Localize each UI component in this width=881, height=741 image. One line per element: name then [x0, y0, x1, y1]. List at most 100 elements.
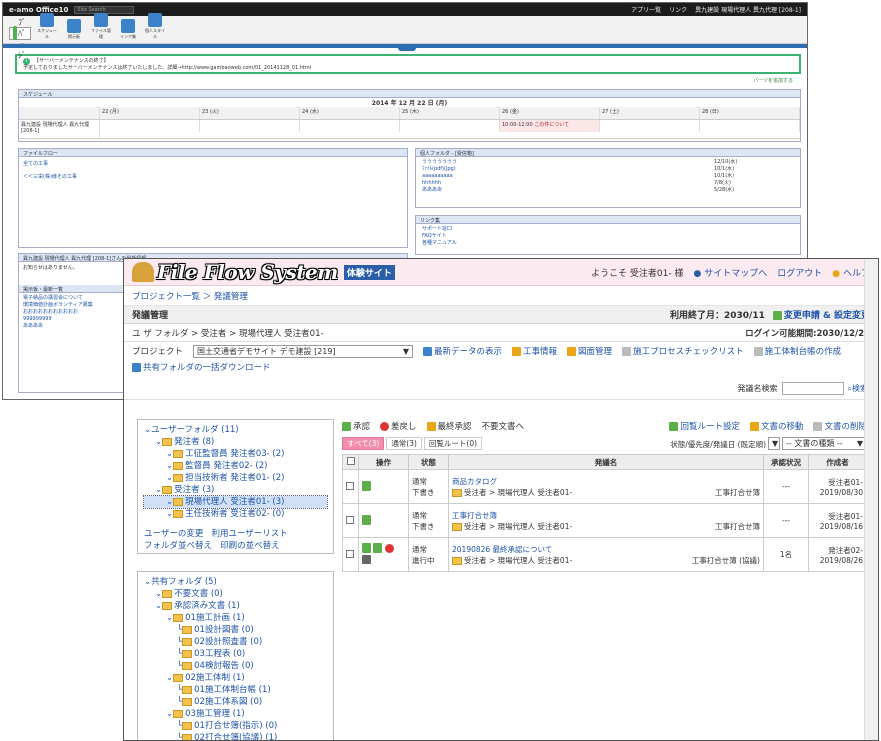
project-select[interactable]: 国土交通省デモサイト デモ建設 [219] ▼	[193, 345, 414, 358]
app-files[interactable]: ファイル管理	[90, 13, 112, 40]
approve-icon[interactable]	[362, 543, 371, 553]
link-icon	[121, 19, 135, 33]
tree-folder[interactable]: └ 01設計図書 (0)	[144, 624, 327, 636]
list-tabs: すべて(3) 通常(3) 回覧ルート(0) 状態/優先度/発議日 (既定順) ▼…	[342, 436, 867, 450]
top-menu-user[interactable]: 異九建設 現場代理人 異九代理 [208-1]	[695, 5, 801, 14]
app-home[interactable]: ｼｮﾌﾞﾊﾟｰｼﾞ	[9, 7, 31, 60]
delete-doc-link[interactable]: 文書の削除	[813, 420, 867, 432]
folder-sort-link[interactable]: フォルダ並べ替え	[144, 541, 212, 551]
tab-normal[interactable]: 通常(3)	[386, 437, 422, 450]
files-icon	[94, 13, 108, 27]
trash-button[interactable]: 不要文書へ	[482, 420, 525, 432]
document-row[interactable]: 通常 進行中 20190826 最終承認について 受注者 > 現場代理人 受注者01…	[342, 537, 867, 572]
tree-folder[interactable]: └ 04検討報告 (0)	[144, 660, 327, 672]
link-support[interactable]: サポート窓口	[422, 226, 794, 233]
row-checkbox[interactable]	[346, 515, 354, 524]
add-part-link[interactable]: パーツを追加する	[3, 77, 793, 84]
tree-folder[interactable]: └ 01打合せ簿(指示) (0)	[144, 720, 327, 732]
reject-icon[interactable]	[384, 544, 394, 553]
row-checkbox[interactable]	[346, 481, 354, 490]
tree-folder[interactable]: ⌄ 02施工体制 (1)	[144, 672, 327, 684]
schedule-header: スケジュール	[19, 90, 800, 98]
reject-button[interactable]: 差戻し	[380, 420, 417, 432]
tree-folder[interactable]: ⌄ 不要文書 (0)	[144, 588, 327, 600]
tree-folder[interactable]: ⌄ 01施工計画 (1)	[144, 612, 327, 624]
fileflow-row[interactable]: ＜＜三栄(株)様その工事	[19, 170, 407, 183]
tree-folder[interactable]: ⌄ 現場代理人 受注者01- (3)	[143, 495, 328, 509]
tool-ledger[interactable]: 施工体制台帳の作成	[753, 345, 841, 357]
link-faq[interactable]: FAQサイト	[422, 233, 794, 240]
tree-folder[interactable]: ⌄ 発注者 (8)	[144, 436, 327, 448]
user-tree-title[interactable]: ⌄ユーザーフォルダ (11)	[144, 424, 327, 436]
tree-folder[interactable]: └ 02打合せ簿(協議) (1)	[144, 732, 327, 740]
tree-folder[interactable]: ⌄ 受注者 (3)	[144, 484, 327, 496]
tree-folder[interactable]: ⌄ 主任技術者 受注者02- (0)	[144, 508, 327, 520]
link-manual[interactable]: 各種マニュアル	[422, 240, 794, 247]
app-launcher: ｼｮﾌﾞﾊﾟｰｼﾞ スケジュール 掲示板 ファイル管理 リンク集 個人スタイル	[3, 7, 807, 60]
tree-folder[interactable]: └ 03工程表 (0)	[144, 648, 327, 660]
tree-folder[interactable]: ⌄ 工征監督員 発注者03- (2)	[144, 448, 327, 460]
tree-folder[interactable]: └ 02施工体系図 (0)	[144, 696, 327, 708]
search-input[interactable]	[781, 382, 844, 395]
folder-icon	[173, 461, 184, 470]
row-status: ---	[763, 469, 809, 504]
search-row: 発議名検索 ⌕検索	[124, 378, 878, 400]
schedule-date: 2014 年 12 月 22 日 (月)	[371, 100, 448, 107]
user-change-link[interactable]: ユーザーの変更	[144, 529, 203, 539]
collapse-tab[interactable]	[398, 44, 416, 51]
user-list-link[interactable]: 利用ユーザーリスト	[211, 529, 287, 539]
tool-drawings[interactable]: 図面管理	[567, 345, 612, 357]
doc-type-select[interactable]: -- 文書の種類 -- ▼	[782, 437, 867, 450]
logout-link[interactable]: ログアウト	[777, 266, 822, 279]
print-icon[interactable]	[362, 555, 371, 564]
tree-folder[interactable]: ⌄ 承認済み文書 (1)	[144, 600, 327, 612]
tree-folder[interactable]: ⌄ 03施工管理 (1)	[144, 708, 327, 720]
page-title: 発議管理	[132, 311, 169, 321]
document-row[interactable]: 通常 下書き 商品カタログ 受注者 > 現場代理人 受注者01- 工事打合せ簿 ---…	[342, 469, 867, 504]
print-sort-link[interactable]: 印刷の並べ替え	[220, 541, 280, 551]
approve-icon[interactable]	[362, 514, 371, 525]
row-title: 商品カタログ 受注者 > 現場代理人 受注者01- 工事打合せ簿	[448, 469, 764, 504]
sitemap-link[interactable]: ● サイトマップへ	[693, 266, 767, 279]
select-all-checkbox[interactable]	[346, 457, 355, 465]
approve-icon[interactable]	[373, 543, 383, 553]
sort-select[interactable]: ▼	[768, 437, 780, 450]
fileflow-all-link[interactable]: 全ての工事	[19, 157, 407, 170]
row-status: 1名	[763, 537, 809, 572]
tree-folder[interactable]: ⌄ 監督員 発注者02- (2)	[144, 460, 327, 472]
app-links[interactable]: リンク集	[117, 19, 139, 40]
folder-icon	[162, 485, 173, 494]
tree-folder[interactable]: └ 01施工体制台帳 (1)	[144, 684, 327, 696]
row-state: 通常 下書き	[408, 503, 449, 538]
move-doc-link[interactable]: 文書の移動	[749, 420, 803, 432]
tool-checklist[interactable]: 施工プロセスチェックリスト	[622, 345, 744, 357]
ff-header: File Flow System 体験サイト ようこそ 受注者01- 様 ● サ…	[124, 259, 878, 286]
approve-icon[interactable]	[362, 480, 371, 491]
route-setting-link[interactable]: 回覧ルート設定	[669, 420, 740, 432]
tab-route[interactable]: 回覧ルート(0)	[423, 437, 483, 450]
tool-latest[interactable]: 最新データの表示	[423, 345, 502, 357]
ff-logo: File Flow System	[157, 260, 338, 284]
shared-tree-title[interactable]: ⌄共有フォルダ (5)	[144, 576, 327, 588]
app-schedule[interactable]: スケジュール	[36, 13, 58, 40]
tree-folder[interactable]: ⌄ 担当技術者 発注者01- (2)	[144, 472, 327, 484]
schedule-person[interactable]: 異九建設 現場代理人 異九代理 [208-1]	[19, 120, 100, 138]
app-board[interactable]: 掲示板	[63, 19, 85, 40]
breadcrumb[interactable]: プロジェクト一覧 ＞ 発議管理	[124, 286, 878, 306]
row-checkbox[interactable]	[346, 549, 354, 558]
tab-all[interactable]: すべて(3)	[342, 437, 385, 450]
folder-icon	[173, 709, 184, 718]
tool-shared-download[interactable]: 共有フォルダの一括ダウンロード	[132, 361, 271, 373]
top-menu-links[interactable]: リンク	[669, 5, 687, 14]
tool-project-info[interactable]: 工事情報	[512, 345, 557, 357]
document-row[interactable]: 通常 下書き 工事打合せ簿 受注者 > 現場代理人 受注者01- 工事打合せ簿 ---…	[342, 503, 867, 538]
final-approve-button[interactable]: 最終承認	[426, 420, 472, 432]
search-label: 発議名検索	[737, 384, 778, 393]
tree-folder[interactable]: └ 02設計照査書 (0)	[144, 636, 327, 648]
folder-icon	[452, 488, 462, 497]
approve-button[interactable]: 承認	[342, 420, 370, 432]
top-menu-apps[interactable]: アプリ一覧	[631, 5, 661, 14]
vertical-scrollbar[interactable]	[864, 259, 878, 740]
change-request-link[interactable]: 変更申請 & 設定変更	[772, 308, 870, 321]
app-personal[interactable]: 個人スタイル	[144, 13, 166, 40]
